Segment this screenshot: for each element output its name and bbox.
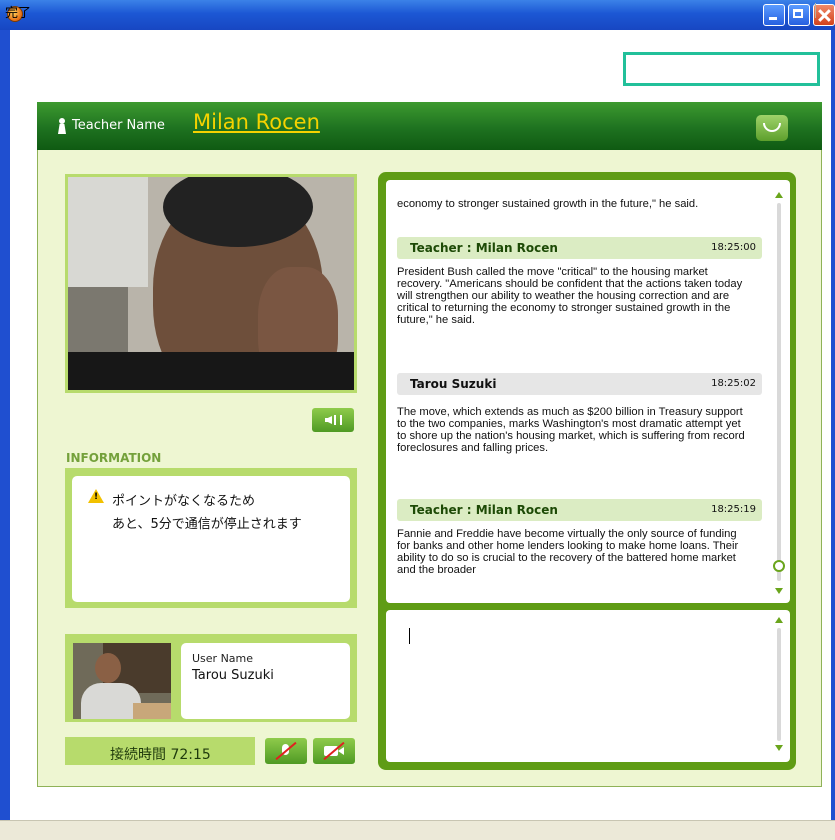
avatar-desk [133, 703, 171, 719]
video-person-body [68, 352, 354, 390]
chat-input[interactable] [386, 610, 790, 762]
status-text: 完了 [5, 6, 32, 21]
chat-sender: Teacher : Milan Rocen [410, 503, 558, 517]
chat-message-text: The move, which extends as much as $200 … [397, 406, 745, 454]
information-line-2: あと、5分で通信が停止されます [112, 517, 302, 532]
user-avatar [73, 643, 171, 719]
minimize-button[interactable] [763, 4, 785, 26]
maximize-button[interactable] [788, 4, 810, 26]
phone-icon[interactable] [756, 115, 788, 141]
chat-time: 18:25:02 [711, 378, 756, 389]
chat-message-text: Fannie and Freddie have become virtually… [397, 528, 739, 576]
camera-off-icon[interactable] [313, 738, 355, 764]
highlight-box [623, 52, 820, 86]
close-button[interactable] [813, 4, 835, 26]
user-name: Tarou Suzuki [192, 668, 274, 683]
chat-message-header: Teacher : Milan Rocen 18:25:19 [397, 499, 762, 521]
person-icon [58, 118, 66, 134]
status-separator [815, 3, 816, 18]
teacher-label: Teacher Name [72, 118, 165, 133]
input-scroll-down-icon[interactable] [775, 745, 783, 751]
chat-scroll-down-icon[interactable] [775, 588, 783, 594]
chat-message-header: Teacher : Milan Rocen 18:25:00 [397, 237, 762, 259]
chat-message-text: President Bush called the move "critical… [397, 266, 743, 326]
title-bar [0, 0, 835, 30]
input-scrollbar[interactable] [777, 628, 781, 741]
avatar-face [95, 653, 121, 683]
input-scroll-up-icon[interactable] [775, 617, 783, 623]
chat-time: 18:25:00 [711, 242, 756, 253]
information-line-1: ポイントがなくなるため [112, 494, 256, 509]
window-frame-left [0, 30, 10, 820]
user-name-label: User Name [192, 652, 254, 665]
window-frame-right [831, 30, 835, 820]
chat-message-header: Tarou Suzuki 18:25:02 [397, 373, 762, 395]
video-background-lower [68, 287, 128, 357]
chat-scroll-thumb[interactable] [773, 560, 785, 572]
avatar-shirt [81, 683, 141, 719]
chat-sender: Teacher : Milan Rocen [410, 241, 558, 255]
status-bar [0, 820, 835, 840]
chat-scroll-up-icon[interactable] [775, 192, 783, 198]
speaker-icon[interactable] [312, 408, 354, 432]
chat-scrollbar[interactable] [777, 203, 781, 581]
teacher-name-link[interactable]: Milan Rocen [193, 110, 320, 134]
video-background [68, 177, 148, 287]
information-title: INFORMATION [66, 451, 162, 465]
warning-mark: ! [94, 492, 99, 502]
connection-time: 接続時間 72:15 [110, 747, 211, 763]
chat-sender: Tarou Suzuki [410, 377, 497, 391]
chat-message-text: economy to stronger sustained growth in … [397, 198, 699, 210]
chat-time: 18:25:19 [711, 504, 756, 515]
teacher-video [68, 177, 354, 390]
mic-off-icon[interactable] [265, 738, 307, 764]
text-caret [409, 628, 410, 644]
